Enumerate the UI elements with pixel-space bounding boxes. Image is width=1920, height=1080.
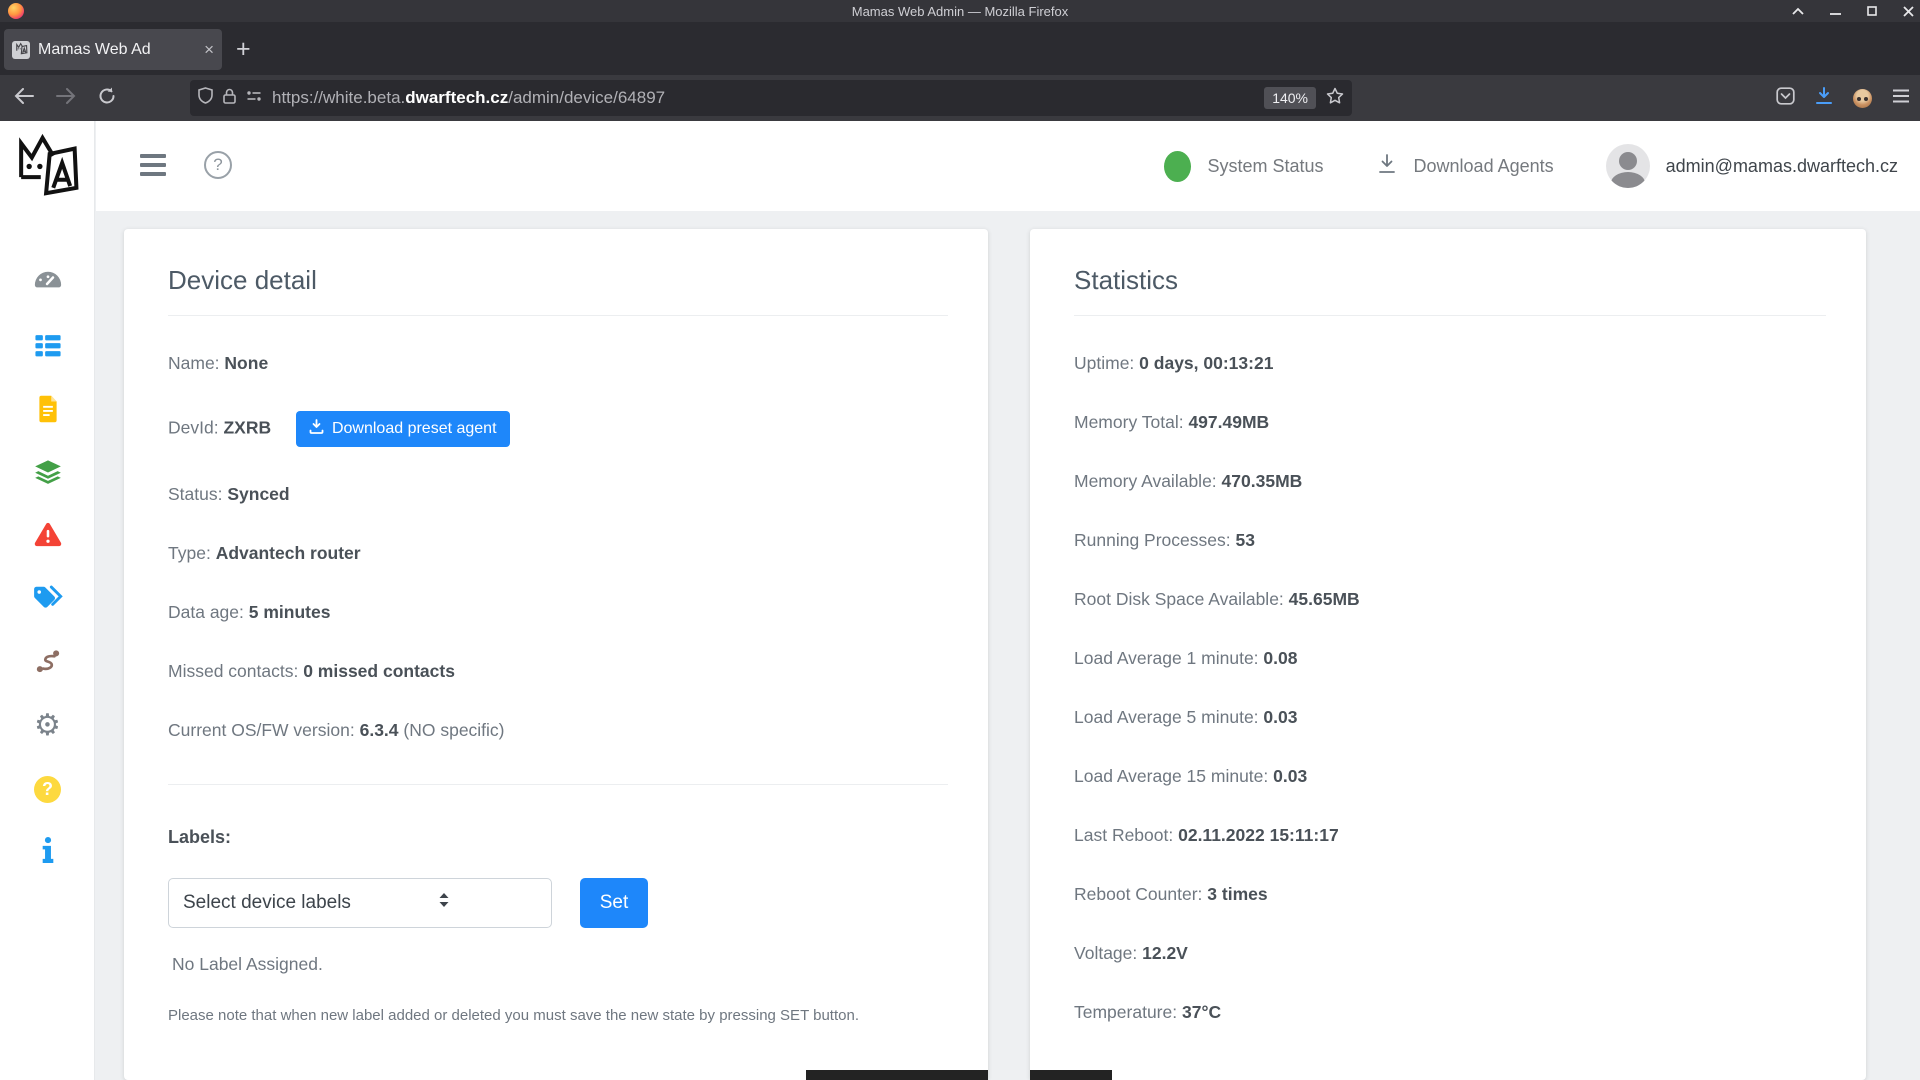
device-field-os-version: Current OS/FW version: 6.3.4 (NO specifi…: [168, 719, 948, 742]
stat-voltage: Voltage: 12.2V: [1074, 942, 1826, 965]
tab-title: Mamas Web Ad: [38, 41, 202, 59]
system-status-indicator: [1164, 151, 1191, 182]
sidebar-item-dashboard[interactable]: [0, 265, 95, 305]
shade-window-icon[interactable]: [1792, 7, 1804, 15]
page-background: ⚙ ? ? System Status Download Agents admi…: [0, 121, 1920, 1080]
app-header: ? System Status Download Agents admin@ma…: [96, 121, 1920, 211]
device-field-name: Name: None: [168, 352, 948, 375]
stat-root-disk: Root Disk Space Available: 45.65MB: [1074, 588, 1826, 611]
user-email[interactable]: admin@mamas.dwarftech.cz: [1666, 156, 1898, 177]
sidebar-item-help[interactable]: ?: [0, 769, 95, 809]
device-detail-card: Device detail Name: None DevId: ZXRB Dow…: [124, 229, 988, 1080]
tab-mamas-web-admin[interactable]: Mamas Web Ad ×: [4, 29, 222, 70]
device-field-devid: DevId: ZXRB Download preset agent: [168, 411, 948, 447]
devices-list-icon: [34, 334, 62, 363]
url-text[interactable]: https://white.beta.dwarftech.cz/admin/de…: [272, 88, 1264, 108]
pocket-icon[interactable]: [1776, 87, 1795, 110]
lock-icon[interactable]: [223, 88, 236, 109]
sidebar-item-documents[interactable]: [0, 391, 95, 431]
url-bar[interactable]: https://white.beta.dwarftech.cz/admin/de…: [190, 80, 1352, 116]
menu-toggle-icon[interactable]: [140, 154, 166, 176]
reload-icon[interactable]: [98, 87, 116, 110]
permissions-icon[interactable]: [246, 89, 262, 107]
tab-favicon: [12, 41, 30, 59]
sidebar-item-labels[interactable]: [0, 580, 95, 620]
route-icon: [35, 648, 61, 679]
divider: [1074, 315, 1826, 316]
select-stepper-icon: [438, 892, 537, 914]
stat-memory-total: Memory Total: 497.49MB: [1074, 411, 1826, 434]
stat-load-15: Load Average 15 minute: 0.03: [1074, 765, 1826, 788]
user-avatar[interactable]: [1606, 144, 1650, 188]
document-icon: [37, 395, 59, 428]
warning-triangle-icon: [34, 522, 62, 552]
close-window-icon[interactable]: [1903, 6, 1914, 17]
stat-memory-available: Memory Available: 470.35MB: [1074, 470, 1826, 493]
gear-icon: ⚙: [34, 711, 61, 741]
help-icon[interactable]: ?: [204, 151, 232, 179]
cut-off-element: [806, 1070, 988, 1080]
device-detail-title: Device detail: [168, 265, 948, 295]
browser-menu-icon[interactable]: [1892, 89, 1910, 108]
stat-load-5: Load Average 5 minute: 0.03: [1074, 706, 1826, 729]
window-title: Mamas Web Admin — Mozilla Firefox: [0, 4, 1920, 19]
stat-uptime: Uptime: 0 days, 00:13:21: [1074, 352, 1826, 375]
system-status-label[interactable]: System Status: [1207, 156, 1323, 177]
download-preset-agent-button[interactable]: Download preset agent: [296, 411, 510, 447]
sidebar-item-alerts[interactable]: [0, 517, 95, 557]
tab-bar: Mamas Web Ad × +: [0, 22, 1920, 75]
sidebar-item-settings[interactable]: ⚙: [0, 706, 95, 746]
stat-temperature: Temperature: 37°C: [1074, 1001, 1826, 1024]
stat-reboot-counter: Reboot Counter: 3 times: [1074, 883, 1826, 906]
question-circle-icon: ?: [34, 776, 61, 803]
labels-note: Please note that when new label added or…: [168, 1007, 948, 1024]
maximize-window-icon[interactable]: [1867, 6, 1877, 16]
sidebar-item-layers[interactable]: [0, 454, 95, 494]
window-titlebar: Mamas Web Admin — Mozilla Firefox: [0, 0, 1920, 22]
tags-icon: [33, 585, 63, 615]
download-icon: [309, 419, 324, 439]
layers-icon: [34, 459, 62, 490]
new-tab-button[interactable]: +: [236, 36, 251, 62]
dashboard-icon: [33, 270, 63, 301]
cut-off-element: [1030, 1070, 1112, 1080]
browser-toolbar: https://white.beta.dwarftech.cz/admin/de…: [0, 75, 1920, 121]
divider: [168, 315, 948, 316]
statistics-card: Statistics Uptime: 0 days, 00:13:21 Memo…: [1030, 229, 1866, 1080]
forward-icon[interactable]: [56, 88, 76, 109]
tab-close-icon[interactable]: ×: [204, 41, 214, 58]
sidebar-item-info[interactable]: [0, 832, 95, 872]
device-field-type: Type: Advantech router: [168, 542, 948, 565]
labels-heading: Labels:: [168, 827, 948, 848]
downloads-icon[interactable]: [1815, 87, 1833, 110]
stat-last-reboot: Last Reboot: 02.11.2022 15:11:17: [1074, 824, 1826, 847]
download-agents-icon: [1376, 153, 1398, 180]
stat-load-1: Load Average 1 minute: 0.08: [1074, 647, 1826, 670]
bookmark-star-icon[interactable]: [1326, 87, 1344, 110]
sidebar: ⚙ ?: [0, 121, 95, 1080]
divider: [168, 784, 948, 785]
stat-running-processes: Running Processes: 53: [1074, 529, 1826, 552]
minimize-window-icon[interactable]: [1830, 7, 1841, 15]
set-labels-button[interactable]: Set: [580, 878, 648, 928]
info-icon: [42, 837, 54, 868]
download-agents-label[interactable]: Download Agents: [1414, 156, 1554, 177]
device-field-data-age: Data age: 5 minutes: [168, 601, 948, 624]
device-field-status: Status: Synced: [168, 483, 948, 506]
zoom-level-indicator[interactable]: 140%: [1264, 87, 1316, 109]
firefox-icon: [8, 3, 24, 19]
device-labels-select[interactable]: Select device labels: [168, 878, 552, 928]
firefox-account-avatar[interactable]: [1853, 89, 1872, 108]
statistics-title: Statistics: [1074, 265, 1826, 295]
device-field-missed-contacts: Missed contacts: 0 missed contacts: [168, 660, 948, 683]
tracking-shield-icon[interactable]: [198, 87, 213, 109]
back-icon[interactable]: [14, 88, 34, 109]
no-label-text: No Label Assigned.: [168, 954, 948, 975]
sidebar-item-routes[interactable]: [0, 643, 95, 683]
mamas-logo[interactable]: [14, 129, 80, 216]
sidebar-item-devices-list[interactable]: [0, 328, 95, 368]
